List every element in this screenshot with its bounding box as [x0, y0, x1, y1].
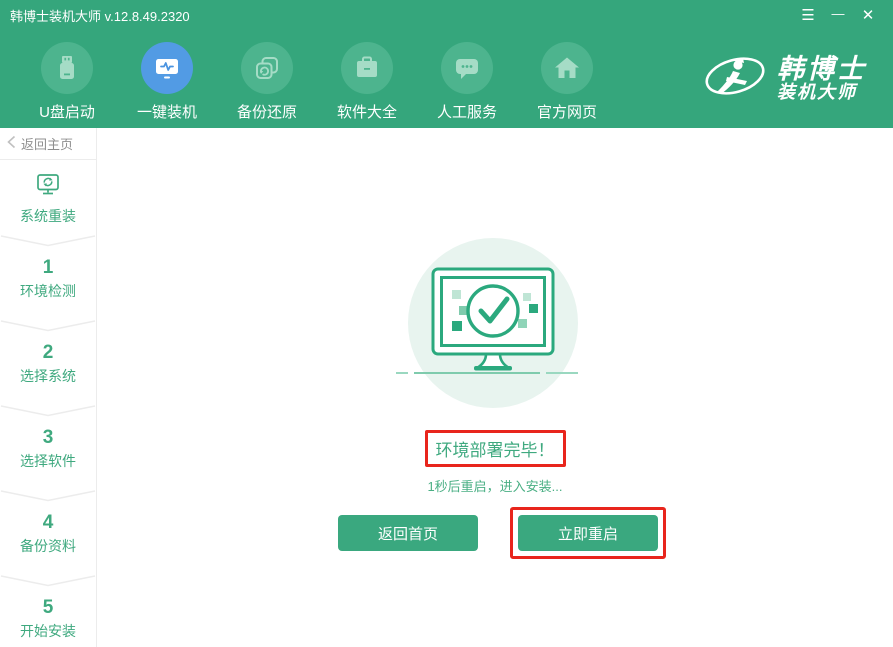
status-annotation-box: 环境部署完毕！	[425, 430, 566, 467]
chevron-down-divider-icon	[0, 319, 96, 337]
countdown-text: 1秒后重启，进入安装...	[427, 476, 562, 495]
back-label: 返回主页	[21, 134, 73, 153]
step-label: 开始安装	[20, 621, 76, 641]
sidebar: 返回主页 系统重装	[0, 128, 97, 647]
chevron-down-divider-icon	[0, 404, 96, 422]
status-title: 环境部署完毕！	[436, 441, 555, 460]
chevron-down-divider-icon	[0, 489, 96, 507]
header-nav: U盘启动 一键装机 备份还原	[0, 30, 893, 128]
chevron-down-divider-icon	[0, 234, 96, 252]
step-indicator-1: 1 环境检测	[0, 226, 96, 311]
window-body: 返回主页 系统重装	[0, 128, 893, 647]
brand-logo-text: 韩博士 装机大师	[777, 55, 867, 102]
step-indicator-4: 4 备份资料	[0, 481, 96, 566]
minimize-icon[interactable]: —	[823, 3, 853, 27]
nav-label: 软件大全	[337, 101, 397, 122]
action-buttons: 返回首页 立即重启	[338, 507, 666, 559]
chat-bubble-icon	[441, 42, 493, 94]
restart-annotation-box: 立即重启	[510, 507, 666, 559]
return-home-button[interactable]: 返回首页	[338, 515, 478, 551]
nav-item-backup-restore[interactable]: 备份还原	[217, 30, 317, 122]
monitor-refresh-icon	[35, 173, 61, 202]
briefcase-icon	[341, 42, 393, 94]
main-content: 环境部署完毕！ 1秒后重启，进入安装... 返回首页 立即重启	[97, 128, 893, 647]
nav-item-one-key-install[interactable]: 一键装机	[117, 30, 217, 122]
step-label: 备份资料	[20, 536, 76, 556]
nav-label: 官方网页	[537, 101, 597, 122]
step-label: 环境检测	[20, 281, 76, 301]
close-icon[interactable]: ✕	[853, 3, 883, 27]
brand-name: 韩博士	[777, 55, 867, 83]
step-number: 5	[43, 597, 54, 619]
step-number: 4	[43, 512, 54, 534]
window-controls: ☰ — ✕	[793, 3, 893, 27]
nav-label: 备份还原	[237, 101, 297, 122]
step-number: 3	[43, 427, 54, 449]
chevron-down-divider-icon	[0, 574, 96, 592]
app-title: 韩博士装机大师 v.12.8.49.2320	[0, 6, 190, 25]
step-number: 1	[43, 257, 54, 279]
menu-icon[interactable]: ☰	[793, 3, 823, 27]
nav-item-usb-boot[interactable]: U盘启动	[17, 30, 117, 122]
home-icon	[541, 42, 593, 94]
nav-label: 一键装机	[137, 101, 197, 122]
chevron-left-icon	[7, 135, 16, 152]
step-label: 选择软件	[20, 451, 76, 471]
brand-logo: 韩博士 装机大师	[703, 30, 867, 107]
brand-subtitle: 装机大师	[777, 83, 867, 102]
nav-item-official-site[interactable]: 官方网页	[517, 30, 617, 122]
step-label: 选择系统	[20, 366, 76, 386]
backup-restore-icon	[241, 42, 293, 94]
back-to-home-link[interactable]: 返回主页	[0, 128, 96, 160]
module-label: 系统重装	[20, 206, 76, 226]
nav-item-software[interactable]: 软件大全	[317, 30, 417, 122]
step-indicator-3: 3 选择软件	[0, 396, 96, 481]
success-monitor-illustration	[390, 233, 600, 418]
nav-label: U盘启动	[39, 101, 95, 122]
step-number: 2	[43, 342, 54, 364]
nav-label: 人工服务	[437, 101, 497, 122]
monitor-pulse-icon	[141, 42, 193, 94]
step-indicator-5: 5 开始安装	[0, 566, 96, 647]
app-window: 韩博士装机大师 v.12.8.49.2320 ☰ — ✕ U盘启动	[0, 0, 893, 647]
sidebar-item-system-reinstall[interactable]: 系统重装	[0, 160, 96, 226]
brand-logo-icon	[703, 50, 767, 107]
step-indicator-2: 2 选择系统	[0, 311, 96, 396]
usb-drive-icon	[41, 42, 93, 94]
titlebar: 韩博士装机大师 v.12.8.49.2320 ☰ — ✕	[0, 0, 893, 30]
nav-item-support[interactable]: 人工服务	[417, 30, 517, 122]
restart-now-button[interactable]: 立即重启	[518, 515, 658, 551]
